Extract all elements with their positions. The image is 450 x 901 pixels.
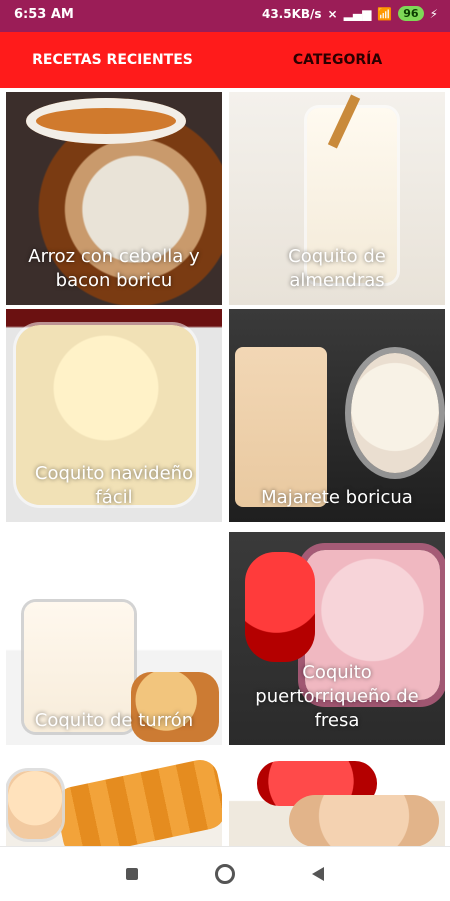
recipe-title: Arroz con cebolla y bacon boricu xyxy=(28,246,200,291)
network-speed: 43.5KB/s xyxy=(261,6,322,21)
battery-icon: 96 xyxy=(398,6,424,21)
status-bar: 6:53 AM 43.5KB/s ⨯ ▂▄▆ 📶 96 ⚡ xyxy=(0,0,450,32)
recipe-title: Coquito puertorriqueño de fresa xyxy=(255,662,419,731)
recipe-card[interactable]: Coquito de almendras xyxy=(229,92,445,305)
recipe-title: Coquito navideño fácil xyxy=(34,463,194,508)
status-right: 43.5KB/s ⨯ ▂▄▆ 📶 96 ⚡ xyxy=(262,6,438,21)
charging-icon: ⚡ xyxy=(429,6,438,21)
recipe-image xyxy=(229,755,445,846)
tab-recetas-recientes[interactable]: RECETAS RECIENTES xyxy=(0,32,225,88)
recipe-card[interactable] xyxy=(229,755,445,846)
recipe-title: Majarete boricua xyxy=(261,487,413,508)
recipe-card[interactable]: Coquito puertorriqueño de fresa xyxy=(229,532,445,745)
recent-apps-button[interactable] xyxy=(112,861,152,887)
square-icon xyxy=(126,868,138,880)
circle-icon xyxy=(215,864,235,884)
system-navigation-bar xyxy=(0,846,450,901)
recipe-card[interactable]: Majarete boricua xyxy=(229,309,445,522)
recipe-title: Coquito de turrón xyxy=(34,710,194,731)
tab-bar: RECETAS RECIENTES CATEGORÍA xyxy=(0,32,450,88)
recipe-card[interactable] xyxy=(6,755,222,846)
back-button[interactable] xyxy=(298,861,338,887)
back-triangle-icon xyxy=(312,867,324,881)
recipe-grid: Arroz con cebolla y bacon boricu Coquito… xyxy=(0,88,450,846)
tab-categoria[interactable]: CATEGORÍA xyxy=(225,32,450,88)
recipe-card[interactable]: Coquito de turrón xyxy=(6,532,222,745)
wifi-icon: 📶 xyxy=(377,6,393,21)
home-button[interactable] xyxy=(205,861,245,887)
recipe-card[interactable]: Coquito navideño fácil xyxy=(6,309,222,522)
recipe-title: Coquito de almendras xyxy=(288,246,386,291)
mute-icon: ⨯ xyxy=(327,6,338,21)
signal-icon: ▂▄▆ xyxy=(343,6,372,21)
status-time: 6:53 AM xyxy=(14,7,74,22)
recipe-card[interactable]: Arroz con cebolla y bacon boricu xyxy=(6,92,222,305)
recipe-image xyxy=(6,755,222,846)
